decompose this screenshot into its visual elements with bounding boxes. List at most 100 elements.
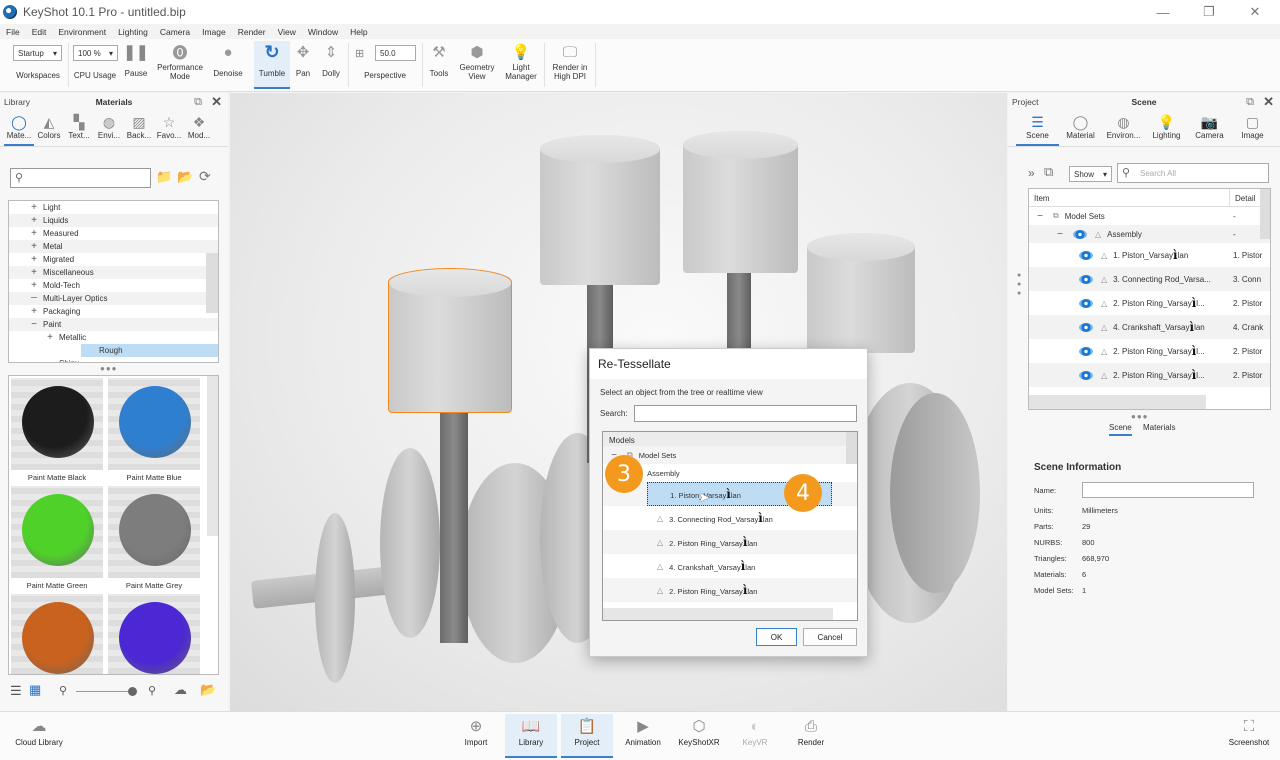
tab-envi[interactable]: ◍ Envi... <box>94 111 124 146</box>
material-thumbnail[interactable]: Paint Matte Black <box>11 378 103 486</box>
thumbnails-scrollbar[interactable] <box>207 376 218 536</box>
geometry-view-button[interactable]: ⬢ Geometry View <box>456 41 498 89</box>
tab-mate[interactable]: ◯ Mate... <box>4 111 34 146</box>
visibility-eye-icon[interactable] <box>1079 322 1093 332</box>
splitter-handle[interactable]: ●●● <box>1017 271 1023 298</box>
expand-icon[interactable]: + <box>29 306 39 317</box>
menu-render[interactable]: Render <box>238 27 266 37</box>
library-button[interactable]: 📖 Library <box>505 714 557 758</box>
tree-item[interactable]: Rough <box>81 344 218 357</box>
collapse-icon[interactable]: − <box>1055 229 1065 240</box>
project-button[interactable]: 📋 Project <box>561 714 613 758</box>
pause-button[interactable]: ❚❚ Pause <box>122 41 150 89</box>
cloud-upload-icon[interactable]: ☁ <box>174 682 187 698</box>
subtab-scene[interactable]: Scene <box>1109 423 1132 436</box>
piston-selected[interactable] <box>388 268 512 413</box>
tree-item[interactable]: + Metallic <box>9 331 218 344</box>
tab-material[interactable]: ◯ Material <box>1059 111 1102 146</box>
expand-icon[interactable]: + <box>29 267 39 278</box>
menu-window[interactable]: Window <box>308 27 338 37</box>
splitter-handle[interactable]: ●●● <box>100 364 118 373</box>
scene-tree-row[interactable]: △ 2. Piston Ring_Varsay ì l... 2. Pistor <box>1029 339 1270 363</box>
material-thumbnail[interactable]: Paint Matte Grey <box>108 486 200 594</box>
thumbnail-size-slider[interactable] <box>76 691 136 692</box>
subtab-materials[interactable]: Materials <box>1143 423 1175 432</box>
visibility-eye-icon[interactable] <box>1079 370 1093 380</box>
keyvr-button[interactable]: ◐ KeyVR <box>729 714 781 758</box>
menu-image[interactable]: Image <box>202 27 226 37</box>
tree-item[interactable]: + Measured <box>9 227 218 240</box>
piston[interactable] <box>807 233 915 353</box>
close-panel-icon[interactable]: ✕ <box>1263 94 1274 110</box>
menu-environment[interactable]: Environment <box>58 27 106 37</box>
tree-scrollbar[interactable] <box>1260 189 1270 239</box>
tree-scrollbar[interactable] <box>206 253 218 313</box>
tab-scene[interactable]: ☰ Scene <box>1016 111 1059 146</box>
scene-tree-row[interactable]: − △ Assembly - <box>1029 225 1270 243</box>
list-view-icon[interactable]: ☰ <box>10 683 22 699</box>
menu-help[interactable]: Help <box>350 27 367 37</box>
model-tree-row[interactable]: − ⧉ Model Sets <box>603 446 857 464</box>
visibility-eye-icon[interactable] <box>1079 250 1093 260</box>
tree-item[interactable]: + Miscellaneous <box>9 266 218 279</box>
undock-icon[interactable]: ⧉ <box>194 96 202 109</box>
tree-item[interactable]: + Packaging <box>9 305 218 318</box>
tab-mod[interactable]: ❖ Mod... <box>184 111 214 146</box>
visibility-eye-icon[interactable] <box>1079 298 1093 308</box>
tree-scrollbar[interactable] <box>846 432 857 464</box>
piston[interactable] <box>683 131 798 273</box>
show-dropdown[interactable]: Show ▾ <box>1069 166 1112 182</box>
close-panel-icon[interactable]: ✕ <box>211 94 222 110</box>
scene-tree-row[interactable]: △ 3. Connecting Rod_Varsa... 3. Conn <box>1029 267 1270 291</box>
expand-icon[interactable]: + <box>29 202 39 213</box>
expand-icon[interactable]: + <box>29 228 39 239</box>
expand-icon[interactable]: + <box>29 215 39 226</box>
dialog-search-input[interactable] <box>634 405 857 422</box>
animation-button[interactable]: ▶ Animation <box>617 714 669 758</box>
cancel-button[interactable]: Cancel <box>803 628 857 646</box>
material-thumbnail[interactable]: Paint Matte Blue <box>108 378 200 486</box>
zoom-out-icon[interactable]: ⚲ <box>59 684 67 697</box>
undock-icon[interactable]: ⧉ <box>1246 96 1254 109</box>
dolly-button[interactable]: ⇕ Dolly <box>318 41 344 89</box>
tree-item[interactable]: + Metal <box>9 240 218 253</box>
tab-back[interactable]: ▨ Back... <box>124 111 154 146</box>
scene-search-input[interactable]: ⚲ Search All <box>1117 163 1269 183</box>
render-button[interactable]: ⎙ Render <box>785 714 837 758</box>
close-button[interactable]: ✕ <box>1232 0 1278 24</box>
library-search-input[interactable]: ⚲ <box>10 168 151 188</box>
add-folder-icon[interactable]: 📁 <box>156 169 172 185</box>
screenshot-button[interactable]: ⛶ Screenshot <box>1222 714 1276 758</box>
model-tree-row[interactable]: △ 3. Connecting Rod_Varsayìlan <box>603 506 857 530</box>
tab-camera[interactable]: 📷 Camera <box>1188 111 1231 146</box>
denoise-button[interactable]: ● Denoise <box>210 41 246 89</box>
add-model-set-icon[interactable]: ⧉ <box>1044 164 1053 180</box>
restore-button[interactable]: ❐ <box>1186 0 1232 24</box>
tree-item[interactable]: ┄ Multi-Layer Optics <box>9 292 218 305</box>
minimize-button[interactable]: — <box>1140 0 1186 24</box>
scene-tree-row[interactable]: − ⧉ Model Sets - <box>1029 207 1270 225</box>
import-button[interactable]: ⊕ Import <box>450 714 502 758</box>
material-thumbnail[interactable]: Paint Matte Orange <box>11 594 103 674</box>
tools-button[interactable]: ⚒ Tools <box>426 41 452 89</box>
collapse-icon[interactable]: − <box>1035 211 1045 222</box>
visibility-eye-icon[interactable] <box>1079 346 1093 356</box>
zoom-in-icon[interactable]: ⚲ <box>148 684 156 697</box>
tree-item[interactable]: ┄ Shiny <box>9 357 218 362</box>
tab-image[interactable]: ▢ Image <box>1231 111 1274 146</box>
scene-name-input[interactable] <box>1082 482 1254 498</box>
tree-item[interactable]: + Liquids <box>9 214 218 227</box>
expand-icon[interactable]: » <box>1028 166 1035 180</box>
horizontal-scrollbar[interactable] <box>1029 395 1206 409</box>
refresh-icon[interactable]: ⟳ <box>199 168 211 185</box>
pan-button[interactable]: ✥ Pan <box>292 41 314 89</box>
tree-item[interactable]: + Mold-Tech <box>9 279 218 292</box>
tree-item[interactable]: + Migrated <box>9 253 218 266</box>
model-tree-row[interactable]: △ 4. Crankshaft_Varsayìlan <box>603 554 857 578</box>
scene-tree-row[interactable]: △ 2. Piston Ring_Varsay ì l... 2. Pistor <box>1029 363 1270 387</box>
expand-icon[interactable]: + <box>29 241 39 252</box>
menu-edit[interactable]: Edit <box>32 27 47 37</box>
horizontal-scrollbar[interactable] <box>603 608 833 620</box>
model-tree-row[interactable]: △ 2. Piston Ring_Varsayìlan <box>603 530 857 554</box>
menu-lighting[interactable]: Lighting <box>118 27 148 37</box>
